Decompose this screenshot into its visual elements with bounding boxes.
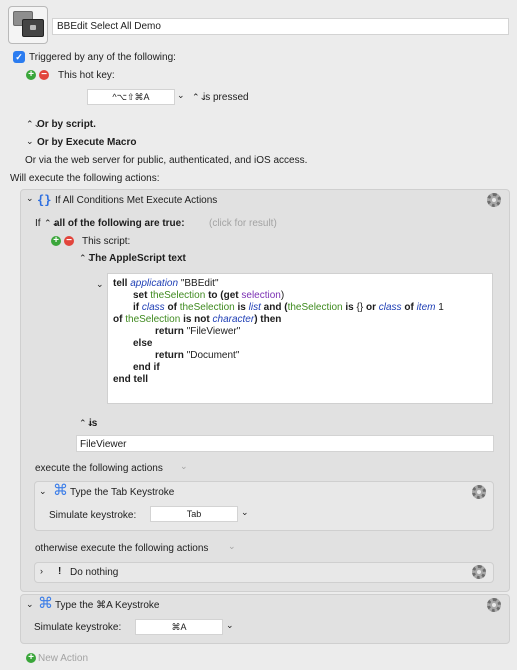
tab-action-title[interactable]: Type the Tab Keystroke <box>70 487 174 498</box>
keystroke-field[interactable]: Tab <box>150 506 238 522</box>
chevron-down-icon[interactable]: ⌄ <box>39 486 47 497</box>
new-action-plus-icon[interactable]: + <box>26 653 36 663</box>
remove-condition-button[interactable]: − <box>64 236 74 246</box>
gear-icon[interactable] <box>472 485 486 499</box>
hotkey-field[interactable]: ^⌥⇧⌘A <box>87 89 175 105</box>
hotkey-state-popup[interactable]: is pressed <box>203 92 249 103</box>
or-by-script-popup[interactable]: Or by script. <box>37 119 96 130</box>
hotkey-label: This hot key: <box>58 70 115 81</box>
chevron-down-icon[interactable]: ⌄ <box>177 90 185 101</box>
do-nothing-title[interactable]: Do nothing <box>70 567 118 578</box>
applescript-editor[interactable]: tell application "BBEdit" set theSelecti… <box>107 273 493 404</box>
add-condition-button[interactable]: + <box>51 236 61 246</box>
chevron-down-icon[interactable]: ⌄ <box>96 279 104 290</box>
simulate-keystroke-label: Simulate keystroke: <box>49 510 137 521</box>
result-value-field[interactable]: FileViewer <box>76 435 494 452</box>
new-action-button[interactable]: New Action <box>38 653 88 664</box>
exclamation-icon: ! <box>58 566 62 577</box>
simulate-keystroke-label: Simulate keystroke: <box>34 622 122 633</box>
chevron-right-icon[interactable]: › <box>40 566 43 576</box>
command-key-icon: ⌘ <box>53 482 68 499</box>
chevron-down-icon[interactable]: ⌄ <box>26 599 34 610</box>
condition-mode-popup[interactable]: all of the following are true: <box>54 218 185 229</box>
command-key-icon: ⌘ <box>38 595 53 612</box>
gear-icon[interactable] <box>472 565 486 579</box>
chevron-down-icon[interactable]: ⌄ <box>180 461 188 472</box>
chevron-down-icon[interactable]: ⌄ <box>228 541 236 552</box>
if-label: If <box>35 218 41 229</box>
actions-header: Will execute the following actions: <box>10 173 160 184</box>
trigger-header: Triggered by any of the following: <box>29 52 176 63</box>
chevron-down-icon[interactable]: ⌄ <box>26 136 34 147</box>
if-then-icon: {} <box>37 193 52 207</box>
triggered-checkbox[interactable]: ✓ <box>13 51 25 63</box>
web-server-text: Or via the web server for public, authen… <box>25 155 308 166</box>
if-action-title[interactable]: If All Conditions Met Execute Actions <box>55 195 217 206</box>
chevron-down-icon[interactable]: ⌄ <box>26 193 34 204</box>
result-operator-popup[interactable]: is <box>89 418 97 429</box>
keystroke-field[interactable]: ⌘A <box>135 619 223 635</box>
add-trigger-button[interactable]: + <box>26 70 36 80</box>
gear-icon[interactable] <box>487 193 501 207</box>
macro-name-field[interactable]: BBEdit Select All Demo <box>52 18 509 35</box>
chevron-down-icon[interactable]: ⌄ <box>226 620 234 631</box>
then-actions-label: execute the following actions <box>35 463 163 474</box>
macro-icon[interactable] <box>8 6 48 44</box>
or-by-execute-macro-popup[interactable]: Or by Execute Macro <box>37 137 136 148</box>
remove-trigger-button[interactable]: − <box>39 70 49 80</box>
otherwise-actions-label: otherwise execute the following actions <box>35 543 209 554</box>
chevron-down-icon[interactable]: ⌄ <box>241 507 249 518</box>
cmda-action-title[interactable]: Type the ⌘A Keystroke <box>55 600 160 611</box>
condition-label: This script: <box>82 236 131 247</box>
script-type-popup[interactable]: The AppleScript text <box>89 253 186 264</box>
click-for-result-link[interactable]: (click for result) <box>209 218 277 229</box>
gear-icon[interactable] <box>487 598 501 612</box>
